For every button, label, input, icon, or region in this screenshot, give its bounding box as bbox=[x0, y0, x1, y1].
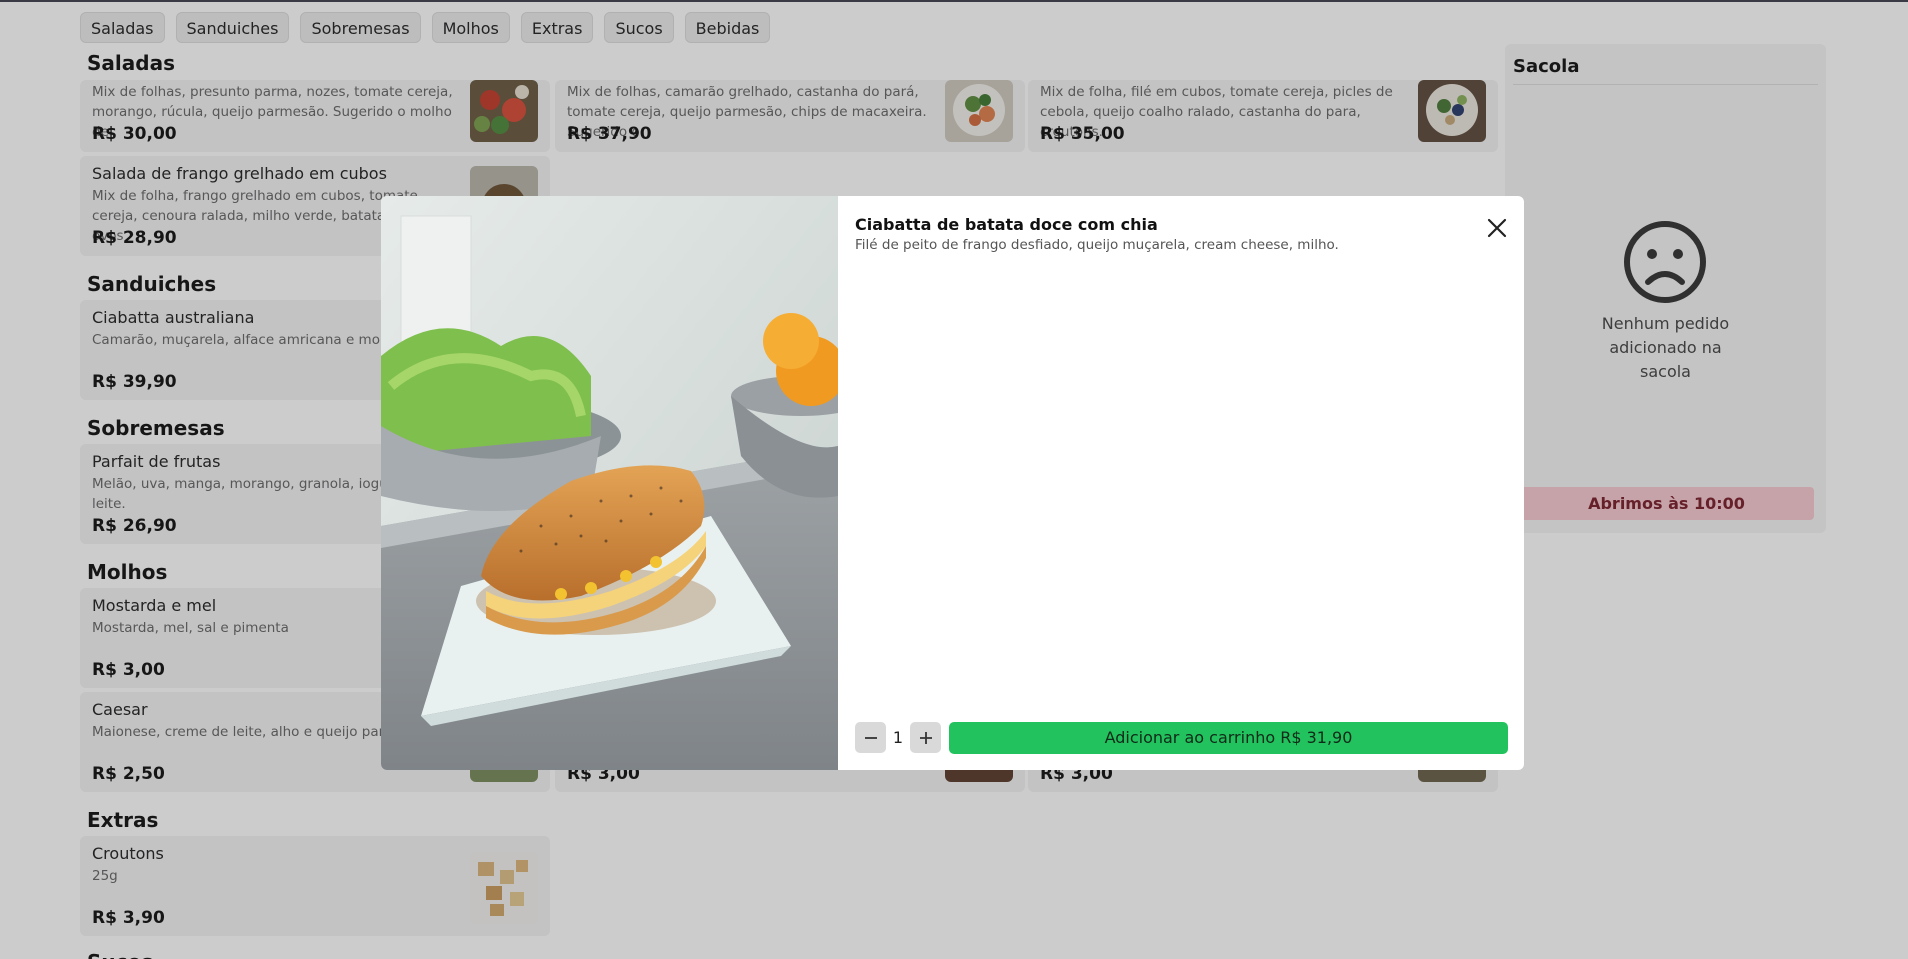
product-photo bbox=[381, 196, 871, 770]
close-icon bbox=[1487, 218, 1507, 238]
decrease-quantity-button[interactable] bbox=[855, 722, 886, 753]
product-modal: Ciabatta de batata doce com chia Filé de… bbox=[381, 196, 1524, 770]
close-button[interactable] bbox=[1481, 212, 1513, 244]
modal-product-title: Ciabatta de batata doce com chia bbox=[855, 215, 1158, 234]
quantity-stepper: 1 bbox=[855, 722, 941, 753]
quantity-value: 1 bbox=[892, 728, 904, 747]
minus-icon bbox=[864, 736, 877, 739]
modal-product-description: Filé de peito de frango desfiado, queijo… bbox=[855, 237, 1339, 253]
plus-icon bbox=[919, 731, 932, 744]
add-to-cart-button[interactable]: Adicionar ao carrinho R$ 31,90 bbox=[949, 722, 1508, 754]
increase-quantity-button[interactable] bbox=[910, 722, 941, 753]
